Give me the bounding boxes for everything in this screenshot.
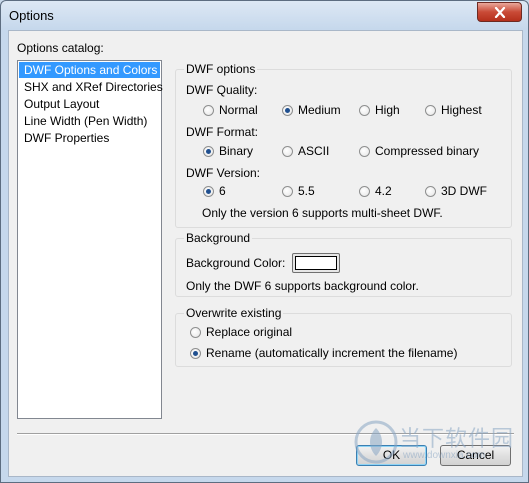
quality-high-radio[interactable]: High bbox=[359, 103, 400, 117]
window-title: Options bbox=[9, 8, 54, 23]
radio-indicator bbox=[203, 145, 214, 157]
dwf-format-label: DWF Format: bbox=[186, 125, 258, 139]
radio-indicator bbox=[282, 104, 293, 116]
quality-medium-radio[interactable]: Medium bbox=[282, 103, 341, 117]
ok-button[interactable]: OK bbox=[356, 445, 427, 466]
format-ascii-radio[interactable]: ASCII bbox=[282, 144, 329, 158]
close-icon bbox=[494, 6, 505, 18]
dialog-body: Options catalog: DWF Options and Colors … bbox=[8, 30, 523, 477]
quality-normal-radio[interactable]: Normal bbox=[203, 103, 258, 117]
background-note: Only the DWF 6 supports background color… bbox=[186, 279, 419, 293]
version-6-label: 6 bbox=[219, 184, 226, 198]
version-4-2-label: 4.2 bbox=[375, 184, 392, 198]
version-5-5-radio[interactable]: 5.5 bbox=[282, 184, 315, 198]
catalog-item-shx-xref-directories[interactable]: SHX and XRef Directories bbox=[19, 79, 163, 95]
catalog-list[interactable]: DWF Options and Colors SHX and XRef Dire… bbox=[17, 60, 163, 419]
overwrite-group: Overwrite existing Replace original Rena… bbox=[175, 306, 512, 367]
radio-indicator bbox=[282, 145, 293, 157]
radio-indicator bbox=[359, 145, 370, 157]
format-ascii-label: ASCII bbox=[298, 144, 330, 158]
cancel-button[interactable]: Cancel bbox=[440, 445, 511, 466]
radio-indicator bbox=[359, 185, 370, 197]
replace-original-radio[interactable]: Replace original bbox=[190, 325, 292, 339]
format-compressed-binary-radio[interactable]: Compressed binary bbox=[359, 144, 479, 158]
format-binary-radio[interactable]: Binary bbox=[203, 144, 253, 158]
dwf-version-label: DWF Version: bbox=[186, 166, 261, 180]
version-5-5-label: 5.5 bbox=[298, 184, 315, 198]
version-4-2-radio[interactable]: 4.2 bbox=[359, 184, 392, 198]
rename-increment-label: Rename (automatically increment the file… bbox=[206, 346, 458, 360]
radio-indicator bbox=[190, 326, 201, 338]
catalog-item-dwf-properties[interactable]: DWF Properties bbox=[19, 130, 160, 146]
options-dialog: Options Options catalog: DWF Options and… bbox=[0, 0, 529, 483]
button-divider bbox=[17, 433, 514, 435]
format-compressed-binary-label: Compressed binary bbox=[375, 144, 480, 158]
background-title: Background bbox=[184, 231, 253, 245]
quality-normal-label: Normal bbox=[219, 103, 258, 117]
radio-indicator bbox=[282, 185, 293, 197]
version-3d-dwf-radio[interactable]: 3D DWF bbox=[425, 184, 487, 198]
rename-increment-radio[interactable]: Rename (automatically increment the file… bbox=[190, 346, 457, 360]
version-3d-dwf-label: 3D DWF bbox=[441, 184, 487, 198]
version-note: Only the version 6 supports multi-sheet … bbox=[202, 206, 443, 220]
background-color-swatch bbox=[295, 256, 337, 270]
radio-indicator bbox=[425, 104, 436, 116]
background-color-label: Background Color: bbox=[186, 256, 286, 270]
dwf-options-group: DWF options DWF Quality: Normal Medium H… bbox=[175, 62, 512, 228]
radio-indicator bbox=[190, 347, 201, 359]
quality-highest-label: Highest bbox=[441, 103, 482, 117]
version-6-radio[interactable]: 6 bbox=[203, 184, 226, 198]
radio-indicator bbox=[203, 104, 214, 116]
radio-indicator bbox=[425, 185, 436, 197]
background-group: Background Background Color: Only the DW… bbox=[175, 231, 512, 297]
catalog-item-output-layout[interactable]: Output Layout bbox=[19, 96, 160, 112]
radio-indicator bbox=[359, 104, 370, 116]
quality-high-label: High bbox=[375, 103, 400, 117]
overwrite-title: Overwrite existing bbox=[184, 306, 284, 320]
catalog-label: Options catalog: bbox=[17, 41, 104, 55]
dwf-quality-label: DWF Quality: bbox=[186, 83, 258, 97]
background-color-button[interactable] bbox=[292, 253, 340, 273]
quality-medium-label: Medium bbox=[298, 103, 341, 117]
catalog-item-line-width[interactable]: Line Width (Pen Width) bbox=[19, 113, 160, 129]
catalog-item-dwf-options-and-colors[interactable]: DWF Options and Colors bbox=[19, 62, 160, 78]
format-binary-label: Binary bbox=[219, 144, 254, 158]
close-button[interactable] bbox=[477, 2, 522, 22]
radio-indicator bbox=[203, 185, 214, 197]
replace-original-label: Replace original bbox=[206, 325, 293, 339]
dwf-options-title: DWF options bbox=[184, 62, 258, 76]
quality-highest-radio[interactable]: Highest bbox=[425, 103, 482, 117]
